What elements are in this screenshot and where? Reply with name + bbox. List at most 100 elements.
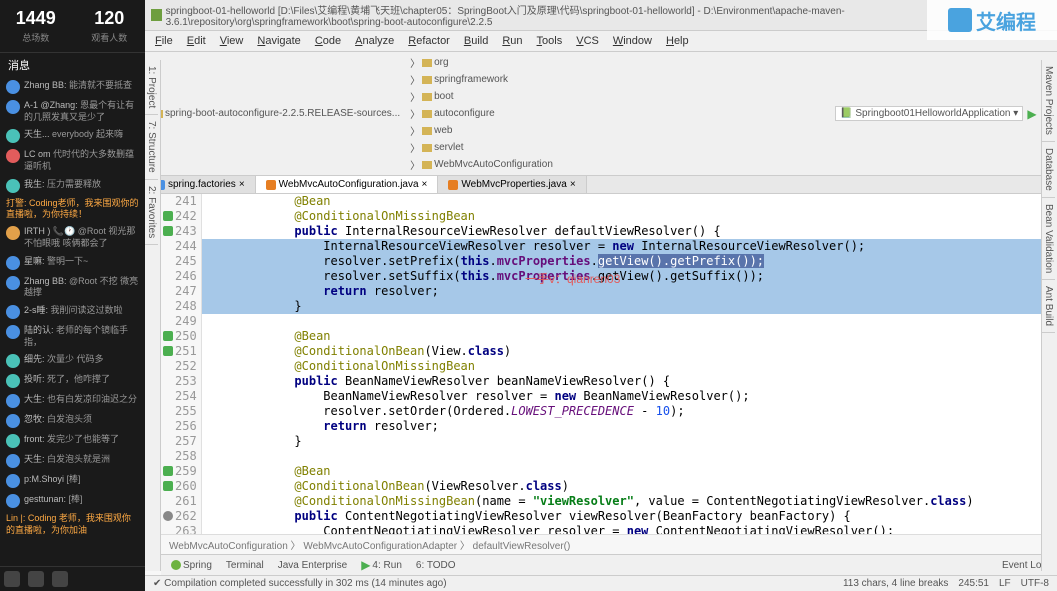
code-line[interactable] — [202, 449, 1041, 464]
line-number[interactable]: 243 — [175, 224, 197, 239]
chat-message[interactable]: 星嘛: 警明一下~ — [0, 253, 145, 273]
line-number[interactable]: 254 — [175, 389, 197, 404]
gutter-mark-icon[interactable] — [163, 511, 173, 521]
run-button[interactable]: ▶ — [1027, 107, 1036, 121]
code-line[interactable]: resolver.setOrder(Ordered.LOWEST_PRECEDE… — [202, 404, 1041, 419]
breadcrumb-item[interactable]: 〉 servlet — [406, 139, 557, 156]
tool-tab[interactable]: Ant Build — [1042, 280, 1055, 333]
chat-message[interactable]: p:M.Shoyi [棒] — [0, 471, 145, 491]
emoji-icon[interactable] — [4, 571, 20, 587]
line-number[interactable]: 255 — [175, 404, 197, 419]
breadcrumb-item[interactable]: 〉 web — [406, 122, 557, 139]
line-number[interactable]: 248 — [175, 299, 197, 314]
breadcrumb-item[interactable]: 〉 org — [406, 54, 557, 71]
menu-tools[interactable]: Tools — [531, 33, 569, 49]
chat-message[interactable]: 投听: 死了，他咋撑了 — [0, 371, 145, 391]
bottom-tab[interactable]: Java Enterprise — [272, 557, 353, 573]
chat-message[interactable]: LC om 代时代的大多数删蕴逼听机 — [0, 146, 145, 175]
line-number[interactable]: 263 — [175, 524, 197, 534]
gutter[interactable]: 2412422432442452462472482492502512522532… — [161, 194, 202, 534]
line-number[interactable]: 249 — [175, 314, 197, 329]
chat-message[interactable]: 陆的认: 老师的每个镜临手指， — [0, 322, 145, 351]
chat-message[interactable]: Zhang BB: @Root 不挖 微亮越撑 — [0, 273, 145, 302]
status-item[interactable]: LF — [999, 578, 1011, 589]
tool-tab[interactable]: 2: Favorites — [145, 180, 158, 245]
chat-message[interactable]: 细先: 次量少 代码多 — [0, 351, 145, 371]
line-number[interactable]: 251 — [175, 344, 197, 359]
line-number[interactable]: 262 — [175, 509, 197, 524]
tool-tab[interactable]: 7: Structure — [145, 115, 158, 180]
bottom-tab[interactable]: Spring — [165, 557, 218, 573]
line-number[interactable]: 260 — [175, 479, 197, 494]
menu-window[interactable]: Window — [607, 33, 658, 49]
editor-tab[interactable]: spring.factories × — [145, 176, 256, 193]
tool-tab[interactable]: Bean Validation — [1042, 198, 1055, 280]
code-area[interactable]: @Bean @ConditionalOnMissingBean public I… — [202, 194, 1041, 534]
code-line[interactable]: } — [202, 299, 1041, 314]
editor[interactable]: 2412422432442452462472482492502512522532… — [161, 194, 1041, 534]
menu-analyze[interactable]: Analyze — [349, 33, 400, 49]
close-icon[interactable]: × — [422, 179, 428, 190]
code-line[interactable]: public InternalResourceViewResolver defa… — [202, 224, 1041, 239]
code-line[interactable]: BeanNameViewResolver resolver = new Bean… — [202, 389, 1041, 404]
line-number[interactable]: 241 — [175, 194, 197, 209]
nav-root[interactable]: spring-boot-autoconfigure-2.2.5.RELEASE-… — [149, 107, 404, 120]
status-item[interactable]: 113 chars, 4 line breaks — [843, 578, 948, 589]
code-line[interactable] — [202, 314, 1041, 329]
settings-icon[interactable] — [52, 571, 68, 587]
status-item[interactable]: 245:51 — [958, 578, 989, 589]
line-number[interactable]: 247 — [175, 284, 197, 299]
breadcrumb-item[interactable]: 〉 springframework — [406, 71, 557, 88]
code-line[interactable]: @ConditionalOnMissingBean — [202, 359, 1041, 374]
chat-list[interactable]: Zhang BB: 能清就不要抵查A-1 @Zhang: 恩最个有让有的几照发真… — [0, 77, 145, 566]
chat-message[interactable]: 我生: 压力需要释放 — [0, 176, 145, 196]
line-number[interactable]: 244 — [175, 239, 197, 254]
menu-vcs[interactable]: VCS — [570, 33, 605, 49]
menu-navigate[interactable]: Navigate — [251, 33, 306, 49]
tool-tab[interactable]: Maven Projects — [1042, 60, 1055, 142]
image-icon[interactable] — [28, 571, 44, 587]
menu-run[interactable]: Run — [496, 33, 528, 49]
line-number[interactable]: 242 — [175, 209, 197, 224]
chat-message[interactable]: front: 发完少了也能等了 — [0, 431, 145, 451]
line-number[interactable]: 256 — [175, 419, 197, 434]
code-line[interactable]: @ConditionalOnBean(View.class) — [202, 344, 1041, 359]
bottom-tab[interactable]: Terminal — [220, 557, 270, 573]
breadcrumb-item[interactable]: 〉 autoconfigure — [406, 105, 557, 122]
chat-message[interactable]: 忽牧: 白发泡头须 — [0, 411, 145, 431]
line-number[interactable]: 258 — [175, 449, 197, 464]
code-line[interactable]: resolver.setSuffix(this.mvcProperties.ge… — [202, 269, 1041, 284]
code-line[interactable]: @Bean — [202, 464, 1041, 479]
line-number[interactable]: 252 — [175, 359, 197, 374]
chat-message[interactable]: gesttunan: [棒] — [0, 491, 145, 511]
line-number[interactable]: 250 — [175, 329, 197, 344]
bottom-tab-run[interactable]: ▶ 4: Run — [355, 557, 408, 573]
gutter-mark-icon[interactable] — [163, 346, 173, 356]
menu-code[interactable]: Code — [309, 33, 347, 49]
gutter-mark-icon[interactable] — [163, 226, 173, 236]
editor-tab[interactable]: WebMvcAutoConfiguration.java × — [256, 176, 439, 193]
status-item[interactable]: UTF-8 — [1021, 578, 1049, 589]
line-number[interactable]: 245 — [175, 254, 197, 269]
tool-tab[interactable]: 1: Project — [145, 60, 158, 115]
chat-message[interactable]: IRTH ) 📞🕐 @Root 视光那不怕眼哦 咳俩都会了 — [0, 223, 145, 252]
gutter-mark-icon[interactable] — [163, 466, 173, 476]
code-line[interactable]: resolver.setPrefix(this.mvcProperties.ge… — [202, 254, 1041, 269]
chat-input-bar[interactable] — [0, 566, 145, 591]
tool-tab[interactable]: Database — [1042, 142, 1055, 198]
line-number[interactable]: 253 — [175, 374, 197, 389]
run-config-selector[interactable]: 📗 Springboot01HelloworldApplication ▾ — [835, 106, 1023, 121]
close-icon[interactable]: × — [239, 179, 245, 190]
line-number[interactable]: 261 — [175, 494, 197, 509]
line-number[interactable]: 257 — [175, 434, 197, 449]
chat-message[interactable]: Zhang BB: 能清就不要抵查 — [0, 77, 145, 97]
gutter-mark-icon[interactable] — [163, 331, 173, 341]
menu-refactor[interactable]: Refactor — [402, 33, 456, 49]
breadcrumb[interactable]: WebMvcAutoConfiguration 〉 WebMvcAutoConf… — [161, 534, 1041, 554]
chat-message[interactable]: 天生: 白发泡头就是洲 — [0, 451, 145, 471]
line-number[interactable]: 246 — [175, 269, 197, 284]
chat-message[interactable]: A-1 @Zhang: 恩最个有让有的几照发真又是少了 — [0, 97, 145, 126]
code-line[interactable]: public ContentNegotiatingViewResolver vi… — [202, 509, 1041, 524]
breadcrumb-item[interactable]: 〉 boot — [406, 88, 557, 105]
code-line[interactable]: @ConditionalOnMissingBean(name = "viewRe… — [202, 494, 1041, 509]
